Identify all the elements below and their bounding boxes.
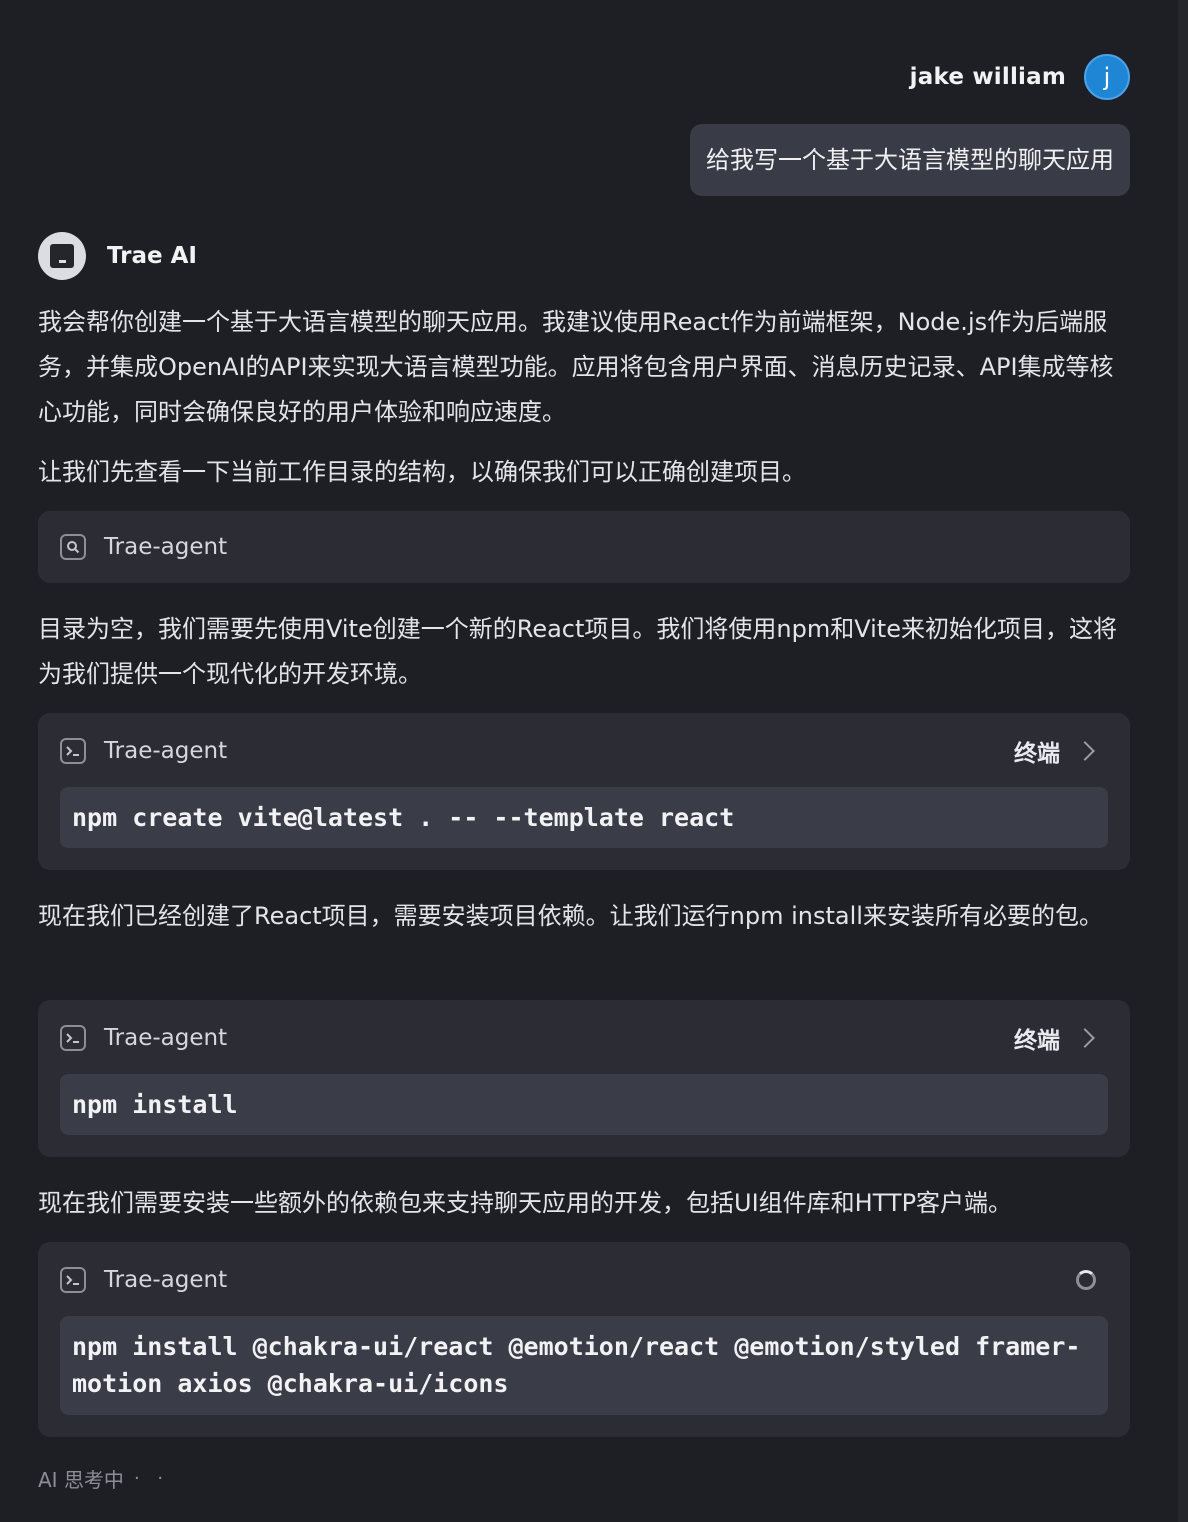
chevron-right-icon [1075,741,1095,761]
tool-card-search[interactable]: Trae-agent [38,511,1130,583]
thinking-dots: · · [133,1468,170,1489]
command-code-block[interactable]: npm install @chakra-ui/react @emotion/re… [60,1316,1108,1415]
user-header: jake william j [910,54,1130,100]
tool-card-header: Trae-agent 终端 [60,713,1108,789]
terminal-icon [60,738,86,764]
status-indicator [1076,1270,1108,1290]
user-avatar[interactable]: j [1084,54,1130,100]
chevron-right-icon [1075,1028,1095,1048]
user-message-bubble: 给我写一个基于大语言模型的聊天应用 [690,124,1130,196]
tool-label: Trae-agent [104,738,228,764]
tool-card-extra: Trae-agent npm install @chakra-ui/react … [38,1242,1130,1437]
assistant-message-install-deps: 现在我们已经创建了React项目，需要安装项目依赖。让我们运行npm insta… [38,902,1103,930]
assistant-header: Trae AI [38,232,197,280]
command-code-block[interactable]: npm install [60,1074,1108,1135]
tool-card-header: Trae-agent [60,1242,1108,1318]
scrollbar[interactable] [1178,0,1188,1522]
loading-spinner-icon [1076,1270,1096,1290]
assistant-message-create-project: 目录为空，我们需要先使用Vite创建一个新的React项目。我们将使用npm和V… [38,615,1117,688]
tool-card-install: Trae-agent 终端 npm install [38,1000,1130,1157]
command-code-block[interactable]: npm create vite@latest . -- --template r… [60,787,1108,848]
trae-logo-icon [38,232,86,280]
tool-card-header: Trae-agent [60,511,1108,583]
tool-card-header: Trae-agent 终端 [60,1000,1108,1076]
assistant-message-install-extra: 现在我们需要安装一些额外的依赖包来支持聊天应用的开发，包括UI组件库和HTTP客… [38,1189,1013,1217]
assistant-name: Trae AI [107,243,197,269]
user-avatar-letter: j [1103,63,1111,91]
thinking-label: AI 思考中 [38,1468,124,1492]
open-terminal-button[interactable]: 终端 [1014,1021,1108,1055]
search-icon [60,534,86,560]
tool-label: Trae-agent [104,534,228,560]
assistant-message-check-dir: 让我们先查看一下当前工作目录的结构，以确保我们可以正确创建项目。 [38,458,806,486]
terminal-label: 终端 [1014,741,1060,767]
terminal-label: 终端 [1014,1028,1060,1054]
terminal-icon [60,1025,86,1051]
terminal-icon [60,1267,86,1293]
open-terminal-button[interactable]: 终端 [1014,734,1108,768]
tool-label: Trae-agent [104,1025,228,1051]
chat-page: jake william j 给我写一个基于大语言模型的聊天应用 Trae AI… [0,0,1188,1522]
user-name: jake william [909,64,1066,90]
assistant-message-intro: 我会帮你创建一个基于大语言模型的聊天应用。我建议使用React作为前端框架，No… [38,308,1114,426]
tool-label: Trae-agent [104,1267,228,1293]
tool-card-vite: Trae-agent 终端 npm create vite@latest . -… [38,713,1130,870]
thinking-status: AI 思考中 · · [38,1464,169,1493]
